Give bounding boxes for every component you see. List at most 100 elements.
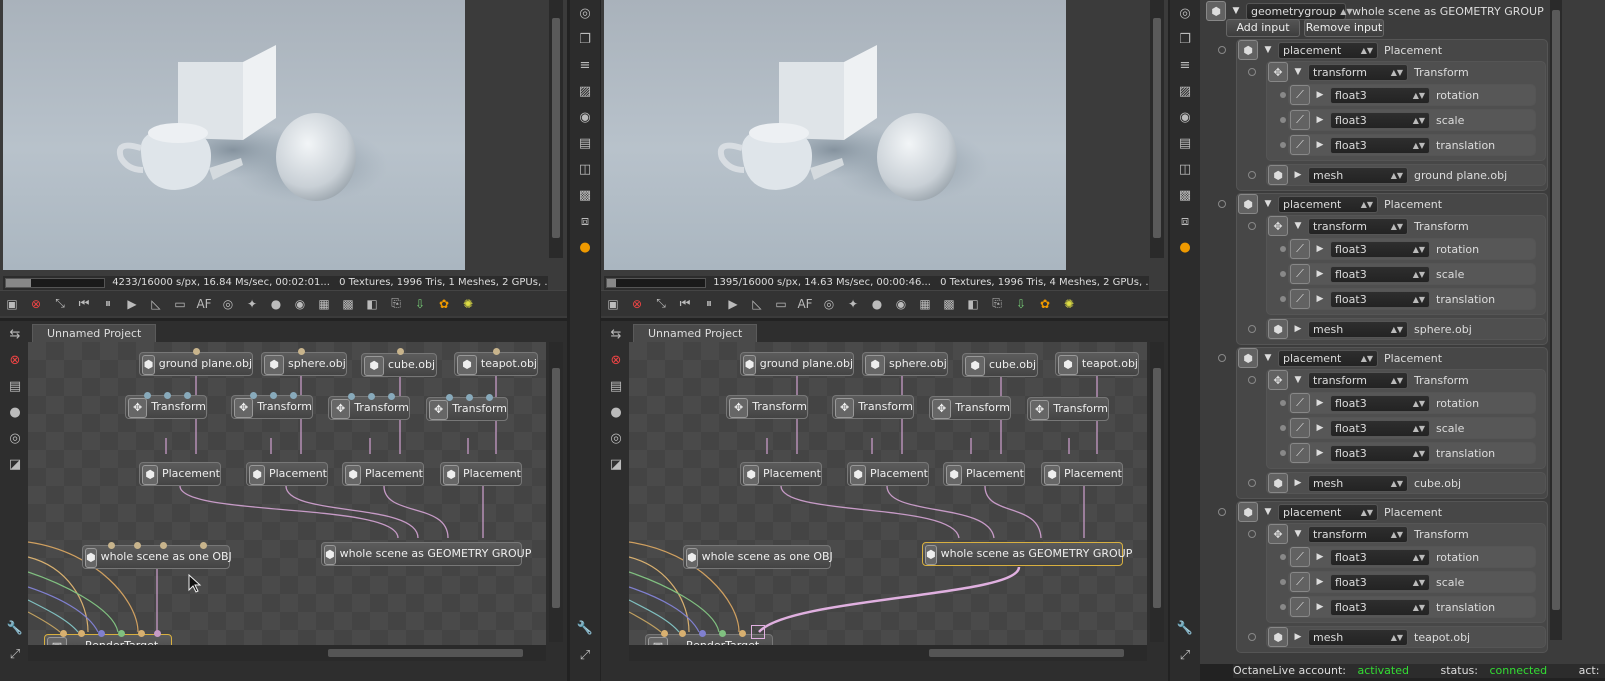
grid-icon[interactable]: ▦ xyxy=(913,294,937,314)
material-node-icon[interactable]: ● xyxy=(605,400,627,424)
input-pin[interactable] xyxy=(1248,633,1256,641)
db-icon[interactable]: ◫ xyxy=(1174,157,1196,181)
expand-arrow-icon[interactable]: ▶ xyxy=(1314,269,1326,279)
placement-type-select[interactable]: placement ▲▼ xyxy=(1278,195,1378,213)
transform-node-1[interactable]: ✥ Transform xyxy=(726,395,808,419)
input-pin[interactable] xyxy=(1280,400,1286,406)
camera-settings-icon[interactable]: ◎ xyxy=(1174,1,1196,25)
placement-node-3[interactable]: ⬢ Placement xyxy=(943,462,1025,486)
split-icon[interactable]: ◧ xyxy=(961,294,985,314)
input-pin[interactable] xyxy=(1280,246,1286,252)
checker-icon[interactable]: ▩ xyxy=(937,294,961,314)
palette-icon[interactable]: ✿ xyxy=(432,294,456,314)
expand-arrow-icon[interactable]: ▶ xyxy=(1314,602,1326,612)
float3-type-select[interactable]: float3 ▲▼ xyxy=(1330,111,1430,129)
graph-hscroll[interactable] xyxy=(28,645,546,661)
placement-node-4[interactable]: ⬢ Placement xyxy=(440,462,522,486)
material-icon[interactable]: ● xyxy=(865,294,889,314)
delete-node-icon[interactable]: ⊗ xyxy=(4,348,26,372)
float3-type-select[interactable]: float3 ▲▼ xyxy=(1330,598,1430,616)
input-pin[interactable] xyxy=(1248,325,1256,333)
collapse-icon[interactable]: ▼ xyxy=(1262,199,1274,209)
monitor-icon[interactable]: ▭ xyxy=(769,294,793,314)
light-icon[interactable]: ✺ xyxy=(456,294,480,314)
placement-node-1[interactable]: ⬢ Placement xyxy=(740,462,822,486)
placement-node-2[interactable]: ⬢ Placement xyxy=(847,462,929,486)
expand-arrow-icon[interactable]: ▶ xyxy=(1314,552,1326,562)
fit-icon[interactable]: ⤡ xyxy=(48,294,72,314)
input-pin[interactable] xyxy=(1218,354,1226,362)
crop-icon[interactable]: ⧈ xyxy=(574,209,596,233)
input-pin[interactable] xyxy=(1280,579,1286,585)
mesh-node-sphere[interactable]: ⬢ sphere.obj xyxy=(261,352,347,376)
graph-hscroll[interactable] xyxy=(629,645,1147,661)
add-node-icon[interactable]: ▤ xyxy=(4,374,26,398)
input-pin[interactable] xyxy=(1248,222,1256,230)
placement-node-3[interactable]: ⬢ Placement xyxy=(342,462,424,486)
crop-icon[interactable]: ⧈ xyxy=(1174,209,1196,233)
transform-type-select[interactable]: transform ▲▼ xyxy=(1308,371,1408,389)
node-graph-canvas[interactable]: ⬢ ground plane.obj ⬢ sphere.obj ⬢ cube.obj … xyxy=(28,342,546,658)
film-icon[interactable]: ▤ xyxy=(574,131,596,155)
object-icon[interactable]: ◉ xyxy=(889,294,913,314)
light-icon[interactable]: ✺ xyxy=(1057,294,1081,314)
windows-icon[interactable]: ❐ xyxy=(1174,27,1196,51)
expand-arrow-icon[interactable]: ▶ xyxy=(1314,294,1326,304)
geometry-group-node[interactable]: ⬢ whole scene as GEOMETRY GROUP xyxy=(321,542,531,566)
input-pin[interactable] xyxy=(1280,117,1286,123)
collapse-icon[interactable]: ▼ xyxy=(1230,6,1242,16)
selected-pin[interactable] xyxy=(751,625,765,639)
focus-icon[interactable]: ✦ xyxy=(240,294,264,314)
input-pin[interactable] xyxy=(1280,142,1286,148)
monitor-icon[interactable]: ▭ xyxy=(168,294,192,314)
viewport-scrollbar[interactable] xyxy=(1150,0,1164,258)
palette-icon[interactable]: ✿ xyxy=(1033,294,1057,314)
geometry-group-node[interactable]: ⬢ whole scene as GEOMETRY GROUP xyxy=(922,542,1132,566)
wrench-icon[interactable]: 🔧 xyxy=(4,616,26,640)
expand-arrow-icon[interactable]: ▶ xyxy=(1292,170,1304,180)
input-pin[interactable] xyxy=(1248,530,1256,538)
placement-node-4[interactable]: ⬢ Placement xyxy=(1041,462,1123,486)
camera-icon[interactable]: ◎ xyxy=(4,426,26,450)
clear-icon[interactable]: ⊗ xyxy=(625,294,649,314)
placement-type-select[interactable]: placement ▲▼ xyxy=(1278,41,1378,59)
expand-arrow-icon[interactable]: ▶ xyxy=(1314,115,1326,125)
input-pin[interactable] xyxy=(1280,92,1286,98)
float3-type-select[interactable]: float3 ▲▼ xyxy=(1330,86,1430,104)
camera-node-icon[interactable]: ◉ xyxy=(1174,105,1196,129)
export-icon[interactable]: ⇩ xyxy=(408,294,432,314)
collapse-icon[interactable]: ▼ xyxy=(1292,67,1304,77)
input-pin[interactable] xyxy=(1280,450,1286,456)
texture-icon[interactable]: ◪ xyxy=(4,452,26,476)
transform-type-select[interactable]: transform ▲▼ xyxy=(1308,525,1408,543)
input-pin[interactable] xyxy=(1280,554,1286,560)
collapse-icon[interactable]: ▼ xyxy=(1262,45,1274,55)
split-icon[interactable]: ◧ xyxy=(360,294,384,314)
expand-arrow-icon[interactable]: ▶ xyxy=(1314,448,1326,458)
project-tab[interactable]: Unnamed Project xyxy=(32,324,157,342)
input-pin[interactable] xyxy=(1248,376,1256,384)
windows-icon[interactable]: ❐ xyxy=(574,27,596,51)
input-pin[interactable] xyxy=(1218,200,1226,208)
float3-type-select[interactable]: float3 ▲▼ xyxy=(1330,240,1430,258)
image-icon[interactable]: ▨ xyxy=(1174,79,1196,103)
db-icon[interactable]: ◫ xyxy=(574,157,596,181)
viewport-scrollbar[interactable] xyxy=(549,0,563,258)
layers-icon[interactable]: ≡ xyxy=(574,53,596,77)
pick-icon[interactable]: ◎ xyxy=(817,294,841,314)
transform-node-2[interactable]: ✥ Transform xyxy=(832,395,914,419)
pick-icon[interactable]: ◎ xyxy=(216,294,240,314)
expand-arrow-icon[interactable]: ▶ xyxy=(1314,423,1326,433)
node-graph-canvas[interactable]: ⬢ ground plane.obj ⬢ sphere.obj ⬢ cube.obj … xyxy=(629,342,1147,658)
placement-node-2[interactable]: ⬢ Placement xyxy=(246,462,328,486)
layout-icon[interactable]: ⇆ xyxy=(4,322,26,346)
mesh-node-teapot[interactable]: ⬢ teapot.obj xyxy=(454,352,538,376)
save-image-icon[interactable]: ▣ xyxy=(601,294,625,314)
input-pin[interactable] xyxy=(1280,271,1286,277)
transform-node-3[interactable]: ✥ Transform xyxy=(929,396,1011,420)
obj-scene-node[interactable]: ⬢ whole scene as one OBJ xyxy=(683,545,833,569)
pause-icon[interactable]: ⏸ xyxy=(697,294,721,314)
remove-input-button[interactable]: Remove input xyxy=(1304,19,1384,37)
float3-type-select[interactable]: float3 ▲▼ xyxy=(1330,419,1430,437)
mesh-node-cube[interactable]: ⬢ cube.obj xyxy=(962,353,1038,377)
